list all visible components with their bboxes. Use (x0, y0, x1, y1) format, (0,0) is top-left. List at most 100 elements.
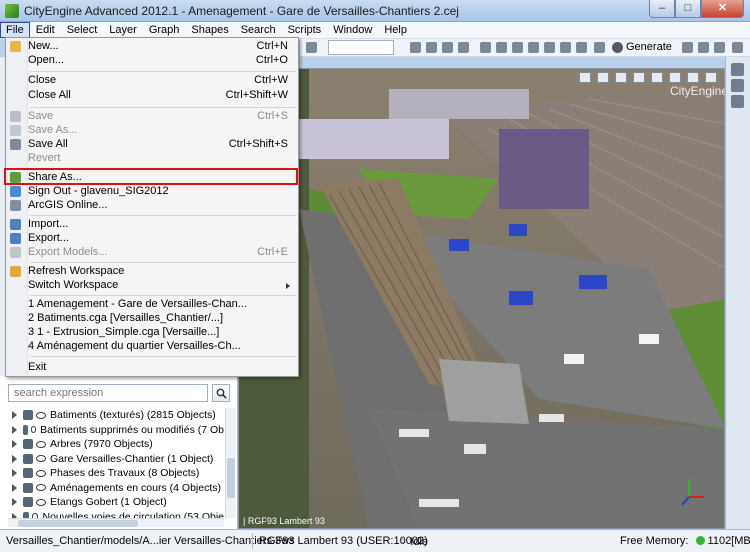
tool-icon[interactable] (458, 42, 469, 53)
visibility-eye-icon[interactable] (30, 426, 37, 434)
visibility-eye-icon[interactable] (36, 440, 46, 448)
menu-icon[interactable] (705, 71, 717, 83)
menu-item-new[interactable]: New... Ctrl+N (6, 40, 298, 54)
scrollbar-thumb[interactable] (18, 520, 138, 527)
tool-icon[interactable] (682, 42, 693, 53)
menu-item-revert[interactable]: Revert (6, 152, 298, 166)
export-icon (10, 233, 21, 244)
menu-item-import[interactable]: Import... (6, 218, 298, 232)
menu-help[interactable]: Help (378, 22, 413, 38)
search-icon (216, 388, 227, 399)
tool-icon[interactable] (544, 42, 555, 53)
settings-icon[interactable] (669, 71, 681, 83)
tool-icon[interactable] (480, 42, 491, 53)
layer-row[interactable]: Arbres (7970 Objects) (8, 437, 224, 452)
layer-row[interactable]: Aménagements en cours (4 Objects) (8, 481, 224, 496)
expand-icon[interactable] (12, 454, 17, 463)
menu-item-save-as[interactable]: Save As... (6, 124, 298, 138)
expand-icon[interactable] (12, 440, 17, 449)
scrollbar-thumb[interactable] (227, 458, 235, 498)
expand-icon[interactable] (12, 425, 17, 434)
menu-file[interactable]: File (0, 22, 30, 38)
visibility-eye-icon[interactable] (36, 484, 46, 492)
menu-search[interactable]: Search (235, 22, 282, 38)
menu-item-save-all[interactable]: Save All Ctrl+Shift+S (6, 138, 298, 152)
tool-icon[interactable] (528, 42, 539, 53)
menu-item-close[interactable]: Close Ctrl+W (6, 74, 298, 88)
menu-window[interactable]: Window (327, 22, 378, 38)
tool-icon[interactable] (442, 42, 453, 53)
menu-item-label: ArcGIS Online... (28, 199, 108, 211)
menu-item-export-models[interactable]: Export Models... Ctrl+E (6, 246, 298, 260)
view-mode-icon[interactable] (597, 71, 609, 83)
layer-row[interactable]: Etangs Gobert (1 Object) (8, 495, 224, 510)
menu-item-save[interactable]: Save Ctrl+S (6, 110, 298, 124)
menu-item-recent-1[interactable]: 1 Amenagement - Gare de Versailles-Chan.… (6, 298, 298, 312)
menu-item-switch-workspace[interactable]: Switch Workspace (6, 279, 298, 293)
minimize-button[interactable]: – (649, 0, 675, 18)
tool-icon[interactable] (560, 42, 571, 53)
layer-list-horizontal-scrollbar[interactable] (8, 518, 224, 527)
expand-icon[interactable] (12, 411, 17, 420)
tool-icon[interactable] (732, 42, 743, 53)
tool-icon[interactable] (306, 42, 317, 53)
layer-row[interactable]: Batiments supprimés ou modifiés (7 Ob (8, 423, 224, 438)
tool-icon[interactable] (496, 42, 507, 53)
layer-list-vertical-scrollbar[interactable] (225, 408, 235, 518)
menu-item-shortcut: Ctrl+Shift+S (228, 138, 288, 150)
search-button[interactable] (212, 384, 230, 402)
menu-item-recent-3[interactable]: 3 1 - Extrusion_Simple.cga [Versaille...… (6, 326, 298, 340)
tool-icon[interactable] (512, 42, 523, 53)
camera-icon[interactable] (651, 71, 663, 83)
menu-select[interactable]: Select (61, 22, 104, 38)
menu-graph[interactable]: Graph (143, 22, 186, 38)
visibility-eye-icon[interactable] (36, 469, 46, 477)
panel-icon[interactable] (731, 79, 744, 92)
menu-item-recent-2[interactable]: 2 Batiments.cga [Versailles_Chantier/...… (6, 312, 298, 326)
menu-item-exit[interactable]: Exit (6, 361, 298, 375)
tool-icon[interactable] (410, 42, 421, 53)
toolbar-search-input[interactable] (328, 40, 394, 55)
maximize-button[interactable]: □ (675, 0, 701, 18)
menu-item-export[interactable]: Export... (6, 232, 298, 246)
close-button[interactable]: ✕ (701, 0, 744, 18)
panel-icon[interactable] (731, 63, 744, 76)
layer-row[interactable]: Batiments (texturés) (2815 Objects) (8, 408, 224, 423)
menu-item-recent-4[interactable]: 4 Aménagement du quartier Versailles-Ch.… (6, 340, 298, 354)
menu-edit[interactable]: Edit (30, 22, 61, 38)
tool-icon[interactable] (714, 42, 725, 53)
tool-icon[interactable] (594, 42, 605, 53)
layer-row[interactable]: Gare Versailles-Chantier (1 Object) (8, 452, 224, 467)
panel-icon[interactable] (731, 95, 744, 108)
menu-layer[interactable]: Layer (103, 22, 143, 38)
menu-item-arcgis-online[interactable]: ArcGIS Online... (6, 199, 298, 213)
refresh-icon (10, 266, 21, 277)
expand-icon[interactable] (12, 469, 17, 478)
menu-item-open[interactable]: Open... Ctrl+O (6, 54, 298, 68)
menu-item-refresh-workspace[interactable]: Refresh Workspace (6, 265, 298, 279)
bookmark-star-icon[interactable] (687, 71, 699, 83)
view-mode-icon[interactable] (615, 71, 627, 83)
menu-item-shortcut: Ctrl+O (255, 54, 288, 66)
visibility-eye-icon[interactable] (36, 455, 46, 463)
generate-button[interactable]: Generate (612, 41, 672, 53)
view-mode-icon[interactable] (633, 71, 645, 83)
layer-row[interactable]: Phases des Travaux (8 Objects) (8, 466, 224, 481)
expand-icon[interactable] (12, 483, 17, 492)
expand-icon[interactable] (12, 498, 17, 507)
tool-icon[interactable] (576, 42, 587, 53)
tool-icon[interactable] (698, 42, 709, 53)
menu-item-sign-out[interactable]: Sign Out - glavenu_SIG2012 (6, 185, 298, 199)
export-models-icon (10, 247, 21, 258)
menu-item-label: Sign Out - glavenu_SIG2012 (28, 185, 169, 197)
menu-item-close-all[interactable]: Close All Ctrl+Shift+W (6, 89, 298, 103)
menu-shapes[interactable]: Shapes (185, 22, 234, 38)
viewport-brand: CityEngine (670, 84, 729, 98)
menu-scripts[interactable]: Scripts (282, 22, 328, 38)
3d-viewport[interactable] (238, 68, 725, 529)
view-mode-icon[interactable] (579, 71, 591, 83)
visibility-eye-icon[interactable] (36, 411, 46, 419)
visibility-eye-icon[interactable] (36, 498, 46, 506)
search-expression-input[interactable] (8, 384, 208, 402)
tool-icon[interactable] (426, 42, 437, 53)
